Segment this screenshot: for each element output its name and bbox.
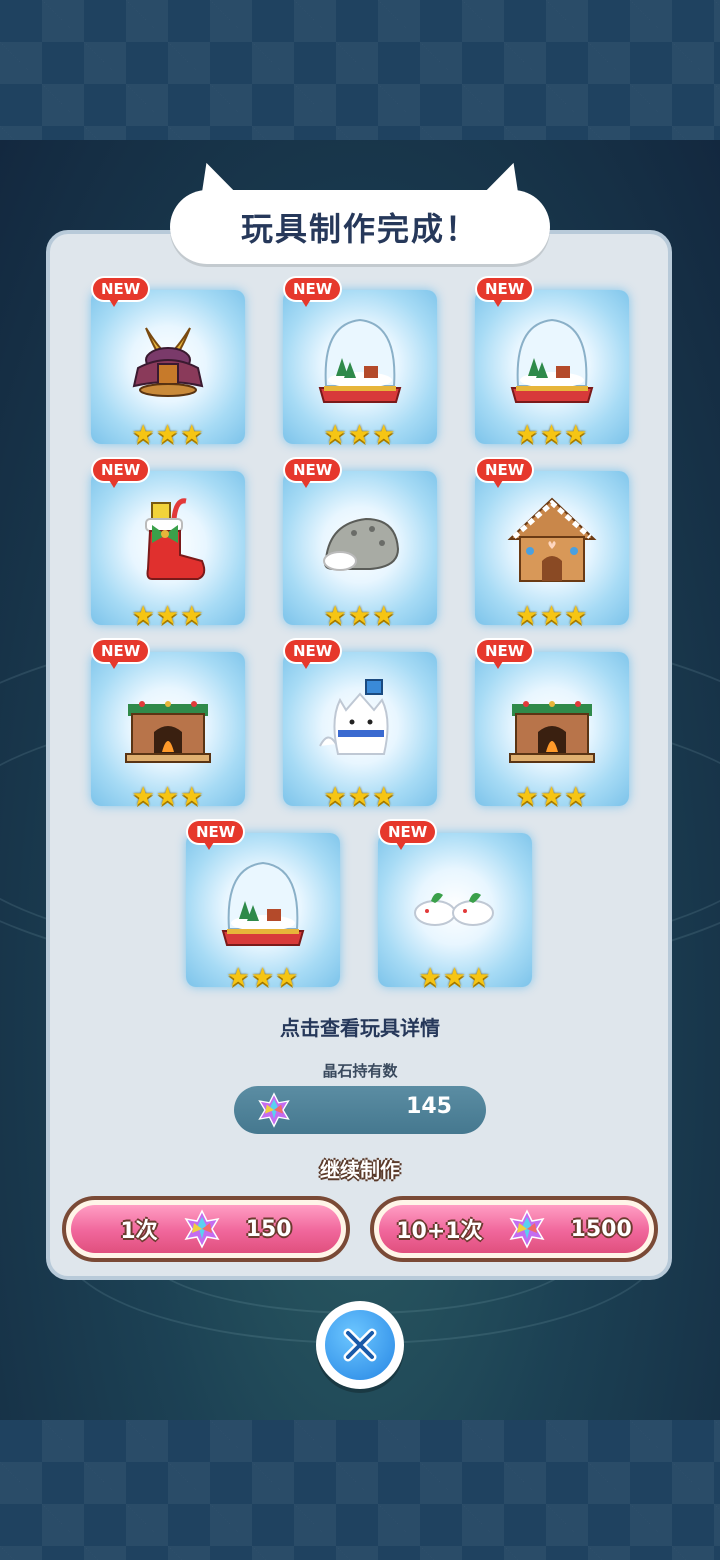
rainbow-crystal-icon — [258, 1092, 290, 1128]
new-badge: NEW — [477, 459, 533, 488]
crystal-count-value: 145 — [406, 1094, 452, 1119]
gingerbread-house-icon — [507, 497, 597, 582]
craft-multi-cost: 1500 — [570, 1216, 632, 1242]
new-badge: NEW — [380, 821, 436, 850]
rarity-stars: ★★★ — [131, 601, 205, 631]
toy-card[interactable]: NEW ★★★ — [283, 640, 437, 810]
continue-crafting-label: 继续制作 — [320, 1158, 400, 1182]
seal-plush-icon — [323, 517, 400, 571]
new-badge: NEW — [93, 278, 149, 307]
snow-globe-icon — [221, 861, 305, 946]
bottom-pattern-band — [0, 1420, 720, 1560]
rarity-stars: ★★★ — [418, 963, 492, 993]
rarity-stars: ★★★ — [323, 420, 397, 450]
close-icon — [343, 1328, 377, 1362]
rarity-stars: ★★★ — [515, 601, 589, 631]
samurai-helmet-icon — [132, 327, 204, 397]
new-badge: NEW — [477, 278, 533, 307]
snow-globe-icon — [510, 318, 594, 403]
toy-card[interactable]: NEW ★★★ — [91, 640, 245, 810]
rainbow-crystal-icon — [509, 1209, 545, 1249]
new-badge: NEW — [285, 640, 341, 669]
toy-card[interactable]: NEW ★★★ — [91, 459, 245, 629]
toy-card[interactable]: NEW ★★★ — [91, 278, 245, 448]
rarity-stars: ★★★ — [515, 420, 589, 450]
rarity-stars: ★★★ — [323, 601, 397, 631]
fireplace-icon — [509, 701, 595, 763]
fireplace-icon — [125, 701, 211, 763]
rarity-stars: ★★★ — [226, 963, 300, 993]
rarity-stars: ★★★ — [515, 782, 589, 812]
page-title: 玩具制作完成！ — [240, 210, 479, 248]
new-badge: NEW — [285, 459, 341, 488]
title-tab: 玩具制作完成！ — [170, 157, 550, 264]
toy-card[interactable]: NEW ★★★ — [378, 821, 532, 991]
snow-bunny-icon — [414, 893, 494, 926]
christmas-boot-icon — [145, 498, 206, 580]
toy-card[interactable]: NEW ★★★ — [475, 459, 629, 629]
rainbow-crystal-icon — [184, 1209, 220, 1249]
crystal-balance-bar: 145 — [234, 1086, 486, 1134]
toy-card[interactable]: NEW ★★★ — [186, 821, 340, 991]
new-badge: NEW — [188, 821, 244, 850]
close-button[interactable] — [316, 1301, 404, 1389]
toy-card[interactable]: NEW ★★★ — [475, 640, 629, 810]
crystal-count-label: 晶石持有数 — [322, 1062, 398, 1080]
new-badge: NEW — [93, 459, 149, 488]
new-badge: NEW — [285, 278, 341, 307]
toy-card[interactable]: NEW ★★★ — [283, 459, 437, 629]
craft-multi-label: 10+1次 — [396, 1219, 483, 1244]
view-details-hint: 点击查看玩具详情 — [280, 1016, 440, 1040]
rarity-stars: ★★★ — [323, 782, 397, 812]
craft-ten-plus-one-button[interactable]: 10+1次 1500 — [370, 1196, 658, 1262]
craft-once-label: 1次 — [120, 1219, 158, 1244]
snow-cat-icon — [319, 679, 389, 755]
snow-globe-icon — [318, 318, 402, 403]
new-badge: NEW — [477, 640, 533, 669]
rarity-stars: ★★★ — [131, 420, 205, 450]
rarity-stars: ★★★ — [131, 782, 205, 812]
toy-card[interactable]: NEW ★★★ — [283, 278, 437, 448]
top-pattern-band — [0, 0, 720, 140]
toy-card[interactable]: NEW ★★★ — [475, 278, 629, 448]
craft-once-cost: 150 — [245, 1216, 292, 1242]
new-badge: NEW — [93, 640, 149, 669]
craft-once-button[interactable]: 1次 150 — [62, 1196, 350, 1262]
